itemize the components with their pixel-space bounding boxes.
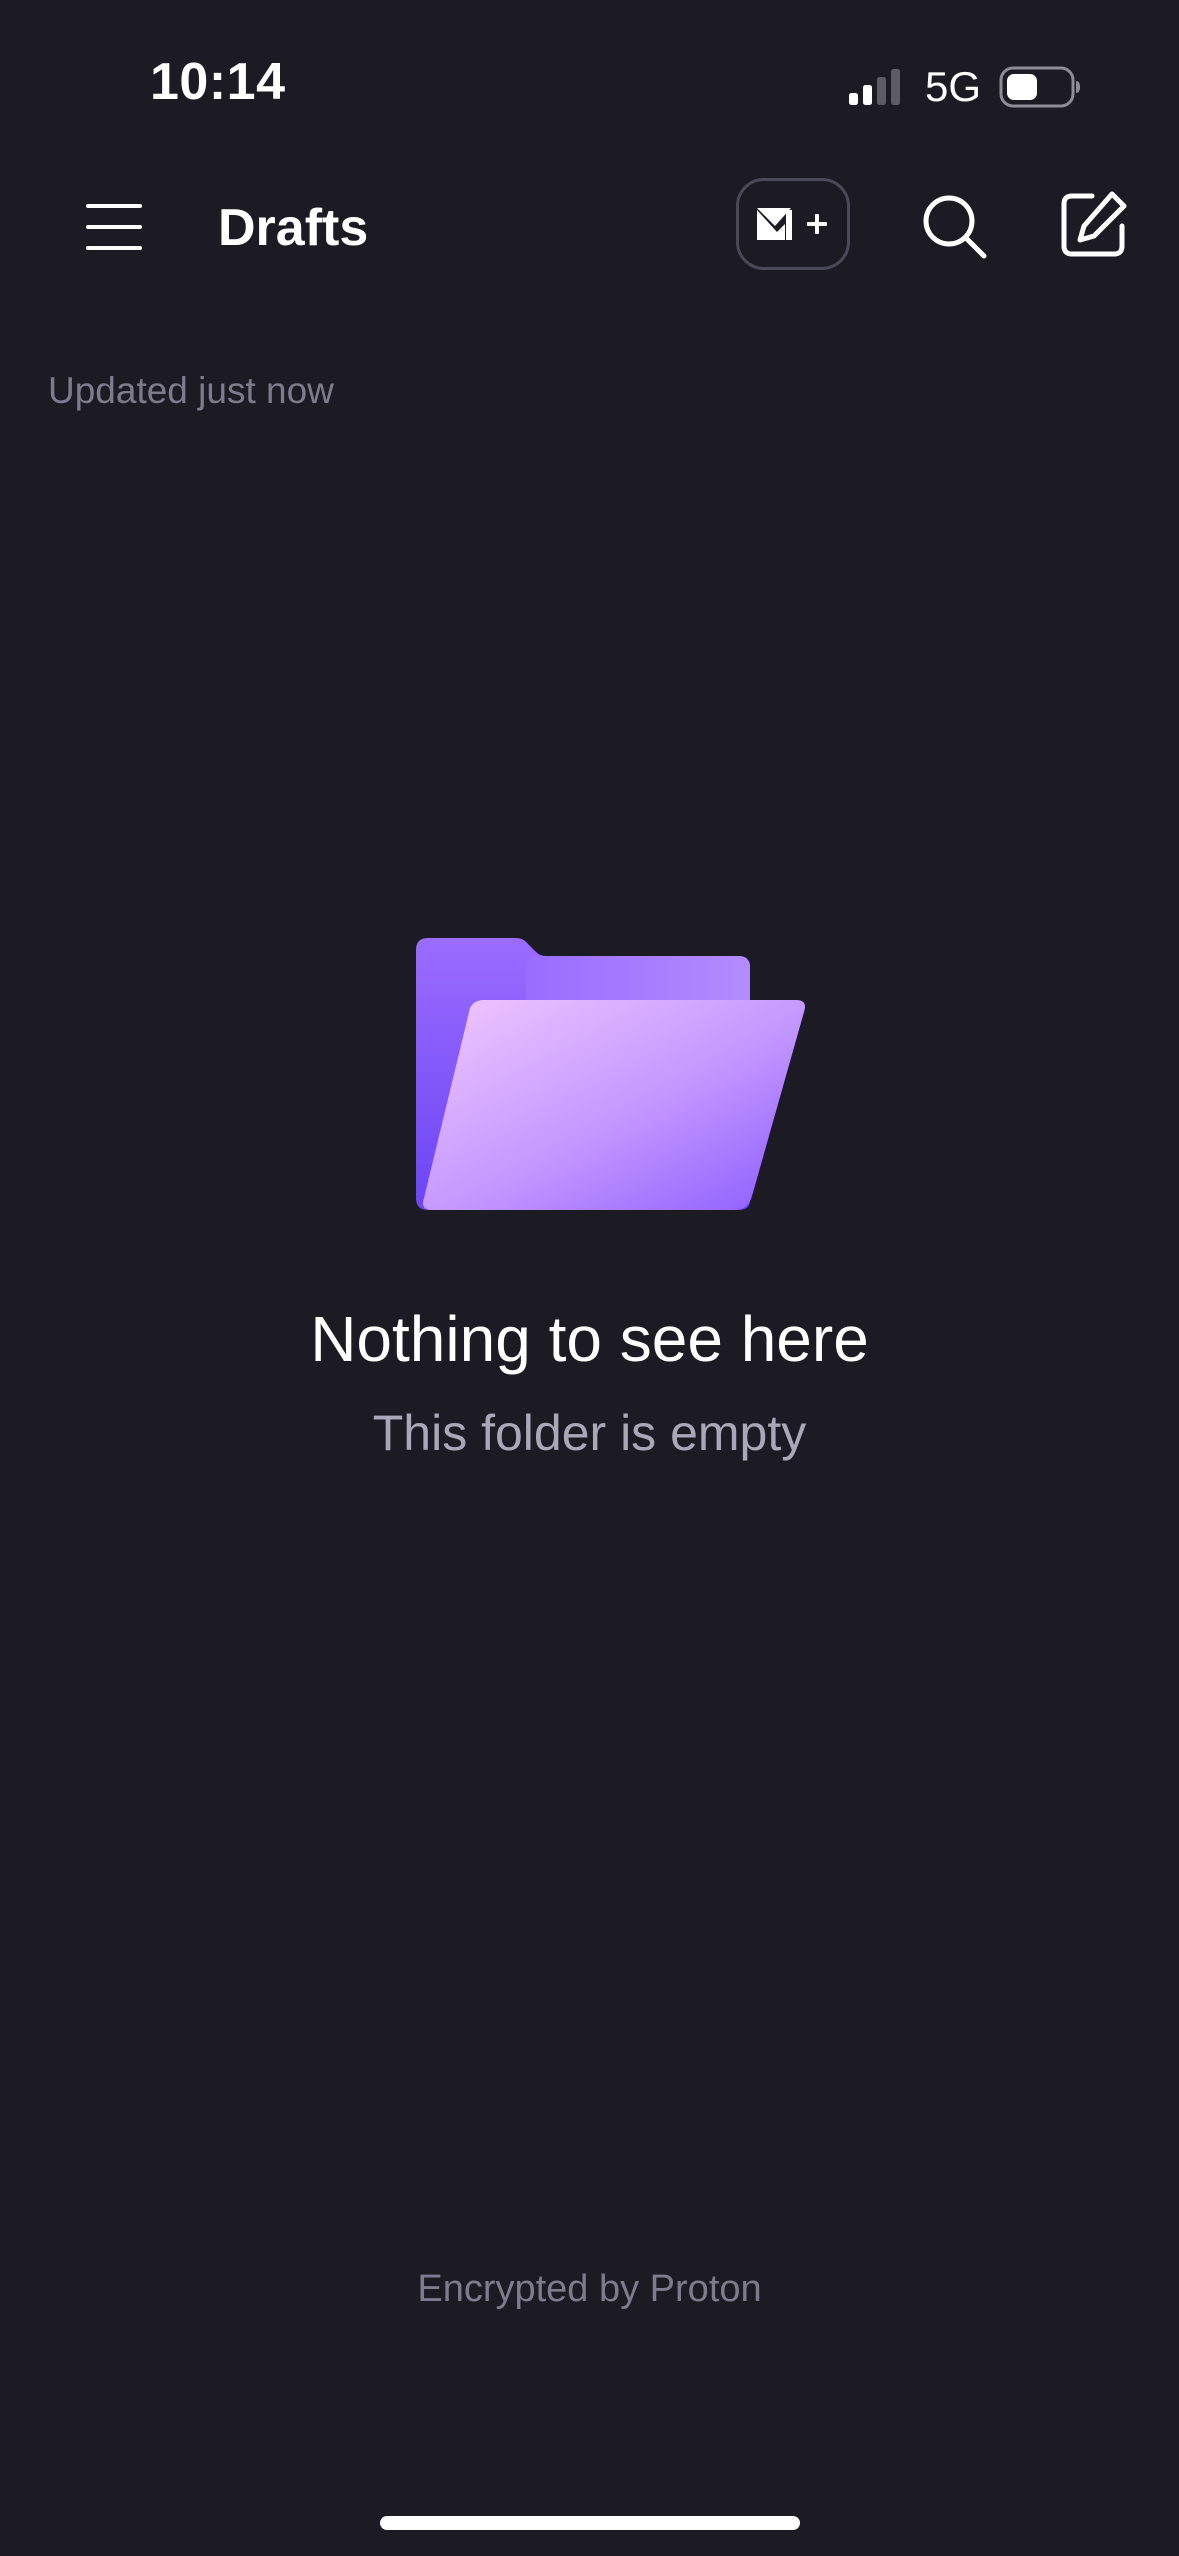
network-label: 5G: [924, 63, 981, 110]
page-title: Drafts: [218, 199, 369, 257]
status-indicators: 5G: [847, 60, 1081, 114]
open-folder-icon: [416, 938, 805, 1210]
last-updated-label: Updated just now: [48, 370, 334, 411]
empty-state-title: Nothing to see here: [310, 1303, 869, 1375]
empty-state-subtitle: This folder is empty: [372, 1405, 807, 1461]
search-button[interactable]: [920, 192, 990, 262]
menu-button[interactable]: [78, 198, 150, 258]
status-time: 10:14: [150, 53, 286, 111]
home-indicator[interactable]: [380, 2516, 800, 2530]
compose-button[interactable]: [1058, 188, 1130, 260]
hamburger-menu-icon: [86, 204, 142, 250]
encryption-footer: Encrypted by Proton: [417, 2268, 762, 2310]
battery-icon: [999, 66, 1080, 108]
search-icon: [923, 195, 987, 259]
upgrade-button[interactable]: [736, 178, 850, 270]
app-header: Drafts: [0, 170, 1179, 285]
mail-plus-icon: [757, 208, 827, 240]
compose-icon: [1061, 191, 1127, 257]
signal-icon: [848, 69, 900, 105]
